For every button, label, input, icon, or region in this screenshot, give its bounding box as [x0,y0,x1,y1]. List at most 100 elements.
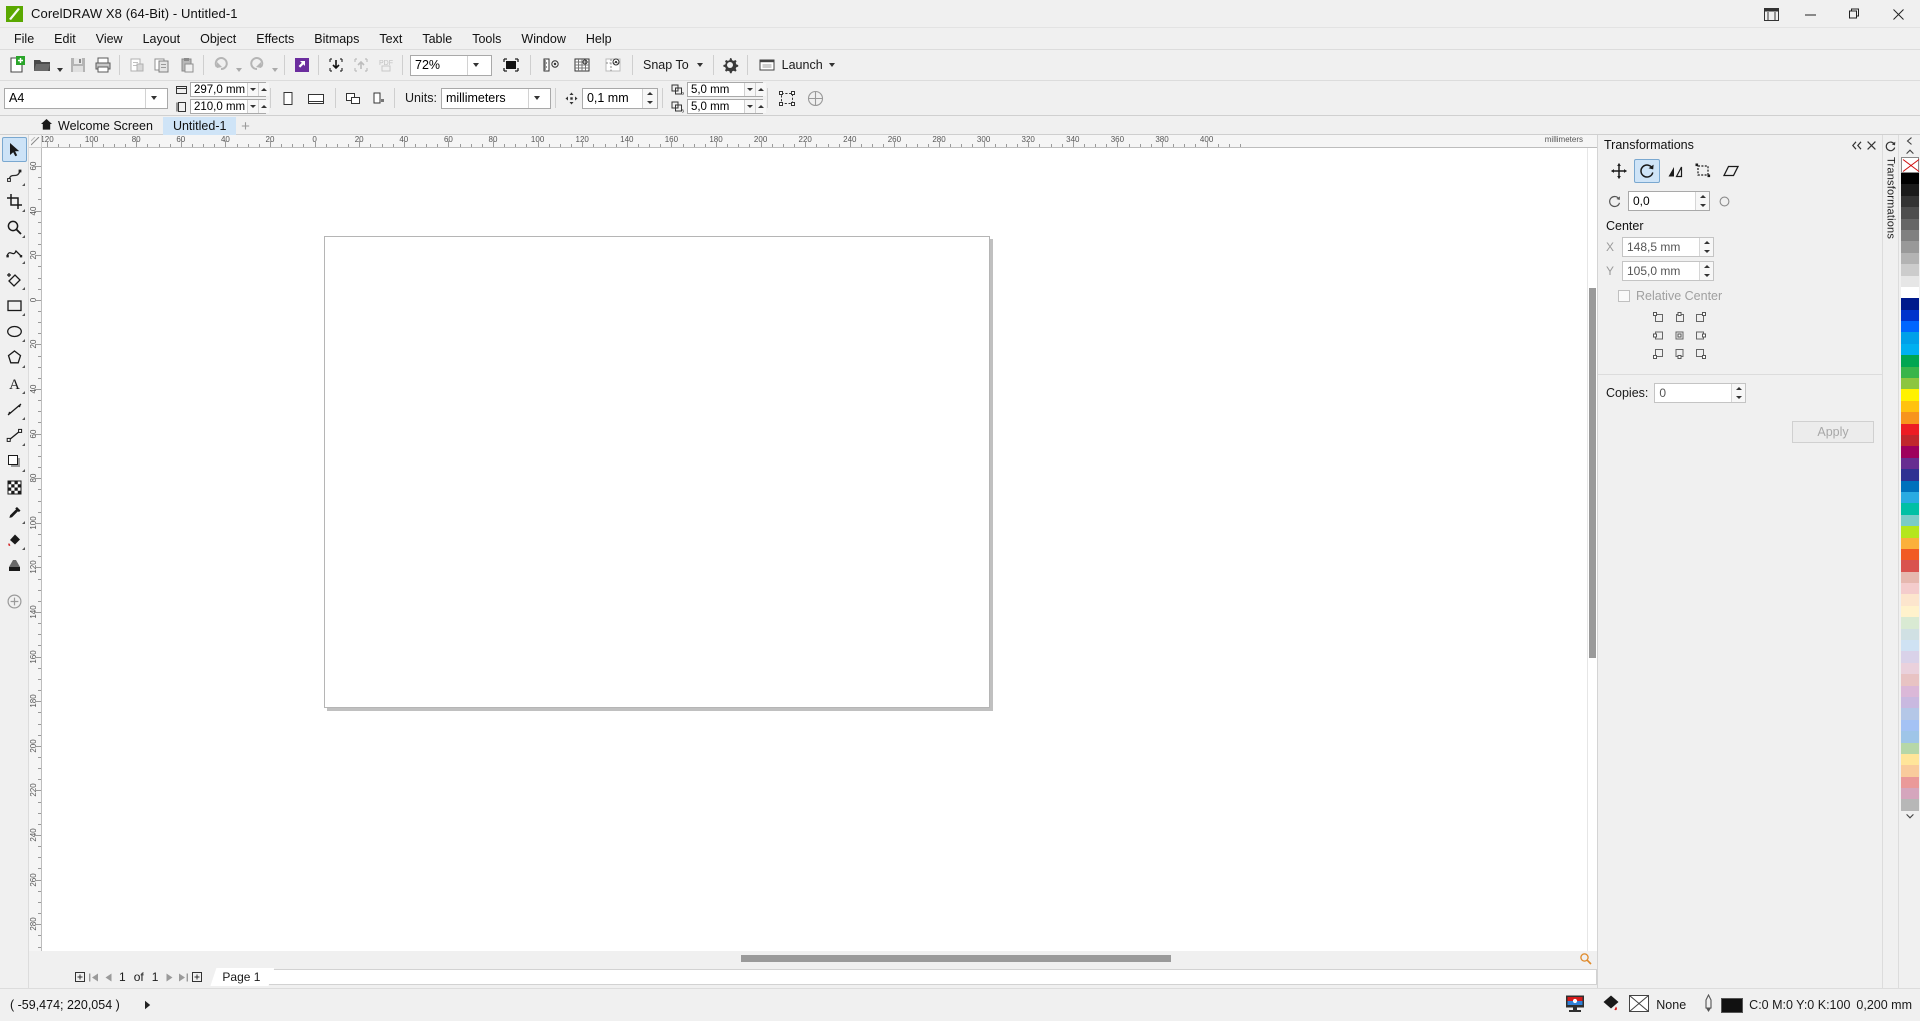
new-document-button[interactable] [4,53,29,78]
palette-swatch[interactable] [1900,731,1919,743]
transform-skew-tab[interactable] [1718,159,1744,183]
transform-size-tab[interactable] [1690,159,1716,183]
transform-position-tab[interactable] [1606,159,1632,183]
nudge-distance-input[interactable] [582,89,637,107]
close-button[interactable] [1876,0,1920,28]
page-width-increment[interactable] [258,83,269,96]
tool-pick[interactable] [1,137,27,162]
tab-welcome-screen[interactable]: Welcome Screen [30,117,163,135]
menu-view[interactable]: View [86,29,133,49]
tool-crop-flyout-arrow[interactable] [21,209,25,212]
next-page-button[interactable] [162,969,176,985]
duplicate-y-field[interactable] [686,99,766,114]
menu-text[interactable]: Text [369,29,412,49]
canvas-vertical-scroll-thumb[interactable] [1589,288,1596,658]
palette-swatch[interactable] [1900,355,1919,367]
palette-expand-icon[interactable] [1901,135,1919,146]
treat-as-filled-button[interactable] [772,86,803,111]
duplicate-y-increment[interactable] [754,100,766,113]
palette-swatch[interactable] [1900,275,1919,287]
nudge-distance-field[interactable] [581,87,658,109]
menu-help[interactable]: Help [576,29,622,49]
tool-shape-flyout-arrow[interactable] [21,183,25,186]
page-size-dropdown-arrow[interactable] [145,88,162,108]
show-grid-button[interactable] [566,53,597,78]
palette-swatch[interactable] [1900,309,1919,322]
palette-swatch[interactable] [1900,241,1919,253]
palette-swatch[interactable] [1900,229,1919,242]
outline-color-indicator[interactable]: None [1594,992,1694,1018]
docker-side-tab-label[interactable]: Transformations [1885,157,1897,239]
tool-polygon-flyout-arrow[interactable] [21,365,25,368]
menu-table[interactable]: Table [412,29,462,49]
nudge-decrement[interactable] [641,98,657,108]
tool-smart-fill-flyout-arrow[interactable] [21,287,25,290]
canvas-horizontal-scroll-thumb[interactable] [741,955,1171,962]
units-dropdown-arrow[interactable] [527,88,545,108]
page-tab-page-1[interactable]: Page 1 [210,968,274,986]
palette-swatch[interactable] [1900,753,1919,766]
menu-object[interactable]: Object [190,29,246,49]
menu-file[interactable]: File [4,29,44,49]
anchor-bottom-left[interactable] [1652,347,1665,360]
tool-shape[interactable] [2,163,27,188]
transform-scale-mirror-tab[interactable] [1662,159,1688,183]
search-content-button[interactable] [289,53,314,78]
portrait-orientation-button[interactable] [275,86,300,111]
copies-decrement[interactable] [1731,393,1746,402]
previous-page-button[interactable] [101,969,115,985]
add-page-after-button[interactable] [190,969,204,985]
export-button[interactable] [348,53,373,78]
first-page-button[interactable] [87,969,101,985]
palette-swatch[interactable] [1900,173,1919,185]
fill-color-swatch[interactable] [1721,997,1744,1013]
tool-drop-shadow-flyout-arrow[interactable] [21,469,25,472]
palette-swatch[interactable] [1900,674,1919,686]
palette-swatch[interactable] [1900,480,1919,492]
palette-swatch[interactable] [1900,526,1919,538]
tool-freehand[interactable] [2,241,27,266]
palette-swatch[interactable] [1900,560,1919,572]
transform-rotate-tab[interactable] [1634,159,1660,183]
anchor-bottom-right[interactable] [1694,347,1707,360]
palette-swatch[interactable] [1900,184,1919,196]
tool-text-flyout-arrow[interactable] [21,391,25,394]
open-document-button[interactable] [29,53,54,78]
canvas-vertical-scrollbar[interactable] [1587,148,1597,951]
palette-swatch[interactable] [1900,605,1919,618]
relative-center-checkbox[interactable] [1618,290,1630,302]
snap-to-button[interactable]: Snap To [637,53,709,78]
page-width-input[interactable] [191,83,247,96]
wireframe-button[interactable] [803,86,828,111]
tool-straight-line-connector[interactable] [2,423,27,448]
page-size-input[interactable] [5,89,145,107]
status-bar-expand-button[interactable] [142,999,154,1011]
zoom-hand-icon[interactable] [1577,951,1593,966]
palette-swatch[interactable] [1900,514,1919,527]
duplicate-x-decrement[interactable] [743,83,755,96]
page-size-combo[interactable] [4,87,168,109]
tool-interactive-fill-flyout-arrow[interactable] [21,547,25,550]
tool-ellipse-flyout-arrow[interactable] [21,339,25,342]
tool-rectangle-flyout-arrow[interactable] [21,313,25,316]
paste-button[interactable] [174,53,199,78]
tool-color-eyedropper[interactable] [2,501,27,526]
menu-effects[interactable]: Effects [246,29,304,49]
palette-swatch[interactable] [1900,400,1919,413]
last-page-button[interactable] [176,969,190,985]
undo-button[interactable] [208,53,233,78]
palette-swatch[interactable] [1900,298,1919,310]
ruler-origin-button[interactable] [29,135,42,148]
palette-swatch[interactable] [1900,788,1919,800]
palette-swatch[interactable] [1900,742,1919,754]
minimize-button[interactable] [1788,0,1832,28]
document-page[interactable] [324,236,990,708]
show-guidelines-button[interactable] [597,53,628,78]
palette-swatch[interactable] [1900,765,1919,777]
duplicate-x-field[interactable] [686,82,766,97]
palette-swatch[interactable] [1900,389,1919,401]
menu-bitmaps[interactable]: Bitmaps [304,29,369,49]
palette-swatch[interactable] [1900,503,1919,515]
tool-straight-line-connector-flyout-arrow[interactable] [21,443,25,446]
full-screen-preview-button[interactable] [495,53,526,78]
